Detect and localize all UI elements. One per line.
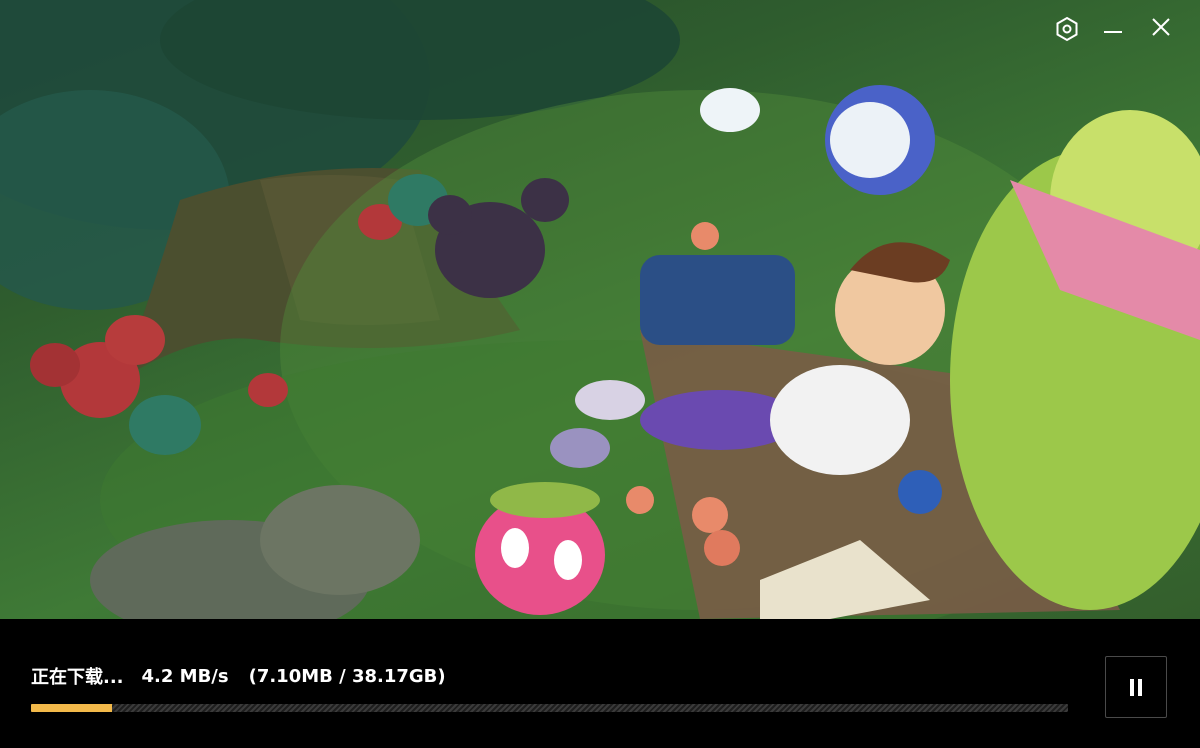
close-button[interactable] [1150, 16, 1182, 48]
status-label: 正在下载... [31, 667, 124, 688]
progress-bar [31, 704, 1068, 712]
download-status: 正在下载... 4.2 MB/s (7.10MB / 38.17GB) [31, 664, 446, 689]
banner-artwork [0, 0, 1200, 619]
close-icon [1152, 18, 1170, 36]
minimize-button[interactable] [1102, 16, 1134, 48]
pause-button[interactable] [1105, 656, 1167, 718]
banner-illustration [0, 0, 1200, 619]
launcher-window: 正在下载... 4.2 MB/s (7.10MB / 38.17GB) [0, 0, 1200, 748]
pause-icon [1128, 678, 1144, 696]
settings-button[interactable] [1054, 16, 1086, 48]
minimize-icon [1104, 31, 1122, 33]
download-speed: 4.2 MB/s [141, 665, 229, 687]
download-size: (7.10MB / 38.17GB) [248, 665, 446, 687]
progress-fill [31, 704, 112, 712]
settings-icon [1056, 16, 1078, 42]
